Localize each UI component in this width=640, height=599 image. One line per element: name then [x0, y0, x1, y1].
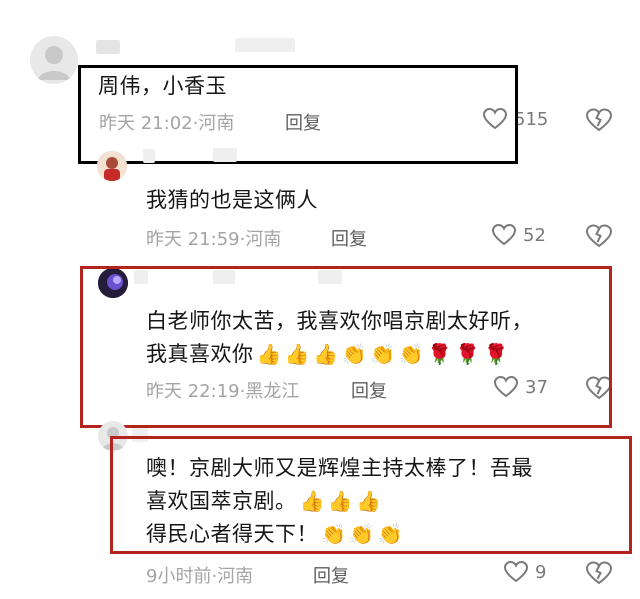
comment-time: 昨天 21:59 — [146, 229, 240, 250]
reply-button[interactable]: 回复 — [313, 562, 349, 588]
heart-outline-icon — [503, 560, 529, 583]
heart-outline-icon — [491, 223, 517, 246]
comment-text: 我猜的也是这俩人 — [146, 188, 318, 212]
reply-button[interactable]: 回复 — [331, 225, 367, 251]
dislike-button[interactable] — [585, 107, 613, 137]
default-avatar-icon — [38, 46, 70, 80]
comment-meta: 9小时前·河南 — [146, 562, 253, 588]
comment-location: 河南 — [245, 229, 282, 250]
highlight-frame-red — [80, 266, 612, 428]
like-count: 9 — [535, 561, 547, 583]
broken-heart-icon — [585, 224, 613, 248]
username-blurred[interactable] — [96, 40, 120, 54]
like-button[interactable]: 52 — [491, 223, 546, 247]
username-blurred[interactable] — [235, 38, 295, 52]
highlight-frame-red — [110, 436, 632, 554]
username-blurred[interactable] — [143, 149, 155, 163]
avatar[interactable] — [97, 151, 127, 181]
like-button[interactable]: 9 — [503, 560, 546, 584]
username-blurred[interactable] — [213, 148, 237, 162]
like-count: 52 — [523, 224, 546, 246]
comment-time: 9小时前 — [146, 566, 212, 587]
like-count: 515 — [514, 108, 549, 130]
avatar[interactable] — [30, 36, 78, 84]
comment-location: 河南 — [217, 566, 254, 587]
broken-heart-icon — [585, 108, 613, 132]
broken-heart-icon — [585, 561, 613, 585]
dislike-button[interactable] — [585, 560, 613, 590]
user-avatar-icon — [97, 151, 127, 181]
dislike-button[interactable] — [585, 223, 613, 253]
comment-meta: 昨天 21:59·河南 — [146, 225, 281, 251]
